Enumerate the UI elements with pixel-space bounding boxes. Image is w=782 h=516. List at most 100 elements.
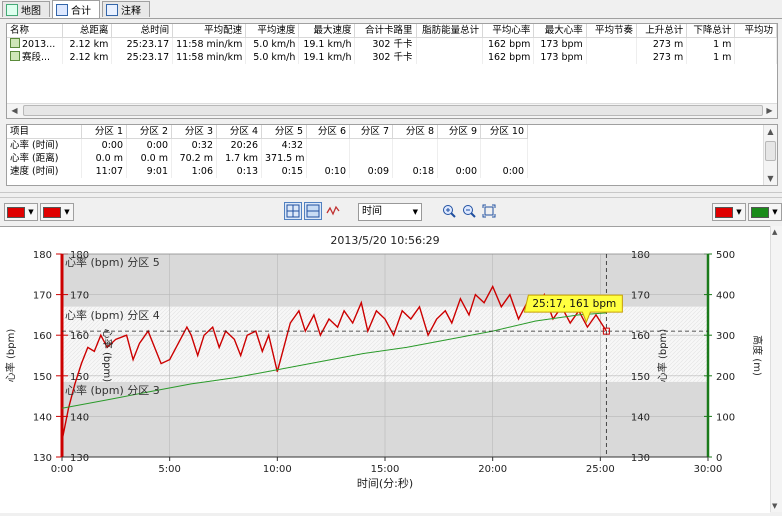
- x-tick-label: 0:00: [51, 464, 73, 475]
- zones-column-header[interactable]: 分区 6: [306, 125, 350, 139]
- zoom-in-icon: [443, 205, 456, 218]
- zones-column-header[interactable]: 分区 7: [349, 125, 393, 139]
- summary-cell-text: 1 m: [713, 52, 732, 63]
- summary-column-header[interactable]: 平均心率: [482, 24, 535, 38]
- summary-column-header[interactable]: 平均速度: [245, 24, 300, 38]
- zones-column-header[interactable]: 分区 10: [480, 125, 528, 139]
- x-axis-select[interactable]: 时间 ▼: [358, 203, 422, 221]
- scroll-up-icon[interactable]: ▲: [772, 228, 777, 236]
- scroll-thumb[interactable]: [23, 105, 763, 116]
- summary-cell-text: 5.0 km/h: [253, 39, 296, 50]
- summary-column-header[interactable]: 平均配速: [172, 24, 247, 38]
- zones-cell: [480, 138, 528, 152]
- x-tick-label: 5:00: [158, 464, 180, 475]
- zones-cell: 11:07: [81, 165, 127, 178]
- zones-column-header[interactable]: 分区 2: [126, 125, 172, 139]
- summary-cell-text: 2.12 km: [69, 39, 109, 50]
- scroll-down-icon[interactable]: ▼: [772, 502, 777, 510]
- y-axis-label-left: 心率 (bpm): [4, 329, 17, 383]
- summary-cell-text: 273 m: [652, 39, 684, 50]
- right-color-picker-2[interactable]: ▼: [748, 203, 782, 221]
- zones-row[interactable]: 心率 (距离) 0.0 m 0.0 m 70.2 m 1.7 km 371.5 m: [7, 152, 528, 165]
- table-icon: [56, 3, 68, 16]
- zones-cell: 0.0 m: [81, 152, 127, 165]
- summary-row[interactable]: 赛段... 2.12 km 25:23.17 11:58 min/km 5.0 km/h…: [7, 51, 777, 64]
- color-swatch: [715, 206, 733, 218]
- summary-row[interactable]: 2013... 2.12 km 25:23.17 11:58 min/km 5.0 km…: [7, 37, 777, 51]
- zones-column-header[interactable]: 项目: [7, 125, 82, 139]
- zones-row[interactable]: 心率 (时间) 0:00 0:00 0:32 20:26 4:32: [7, 138, 528, 152]
- summary-column-header[interactable]: 脂肪能量总计: [416, 24, 484, 38]
- summary-column-header[interactable]: 最大心率: [533, 24, 587, 38]
- right-color-picker-1[interactable]: ▼: [712, 203, 746, 221]
- summary-column-header[interactable]: 总距离: [62, 24, 113, 38]
- summary-cell: [734, 51, 777, 64]
- horizontal-scrollbar[interactable]: ◀ ▶: [7, 103, 777, 118]
- left-color-picker-2[interactable]: ▼: [40, 203, 74, 221]
- zones-column-header[interactable]: 分区 1: [81, 125, 127, 139]
- zones-column-header[interactable]: 分区 4: [216, 125, 262, 139]
- zones-row[interactable]: 速度 (时间) 11:07 9:01 1:06 0:13 0:15 0:10 0:09 0:18…: [7, 165, 528, 178]
- zones-cell-text: 0:15: [281, 166, 303, 177]
- summary-column-header[interactable]: 名称: [7, 24, 63, 38]
- tab-map[interactable]: 地图: [2, 1, 50, 17]
- scroll-up-icon[interactable]: ▲: [764, 125, 777, 138]
- vertical-scrollbar[interactable]: ▲ ▼: [763, 125, 777, 185]
- summary-cell: 302 千卡: [354, 51, 417, 64]
- y-tick-label-right-inner: 180: [631, 250, 650, 261]
- zones-cell: [480, 152, 528, 165]
- summary-cell-text: 302 千卡: [372, 52, 413, 63]
- fit-view-button[interactable]: [480, 202, 498, 220]
- zoom-in-button[interactable]: [440, 202, 458, 220]
- scroll-left-icon[interactable]: ◀: [8, 104, 21, 117]
- zones-cell: [437, 138, 481, 152]
- zones-cell-text: 0.0 m: [95, 153, 123, 164]
- x-axis-select-value: 时间: [362, 206, 382, 217]
- y-tick-label-left: 160: [33, 331, 52, 342]
- summary-cell-text: 162 bpm: [487, 39, 531, 50]
- zones-cell-text: 0:09: [367, 166, 389, 177]
- tab-summary[interactable]: 合计: [52, 0, 100, 18]
- zones-cell: [437, 152, 481, 165]
- summary-column-header[interactable]: 总时间: [111, 24, 174, 38]
- chart-view-line-button[interactable]: [324, 202, 342, 220]
- y-axis-label-right-inner: 心率 (bpm): [656, 329, 669, 383]
- summary-column-header[interactable]: 平均节奏: [586, 24, 638, 38]
- summary-cell: [586, 51, 638, 64]
- zones-cell-text: 0:10: [324, 166, 346, 177]
- summary-cell: 173 bpm: [533, 51, 587, 64]
- chart-vertical-scrollbar[interactable]: ▲ ▼: [770, 226, 782, 512]
- summary-column-header[interactable]: 最大速度: [298, 24, 356, 38]
- scroll-down-icon[interactable]: ▼: [764, 172, 777, 185]
- summary-panel: 名称 总距离 总时间 平均配速 平均速度 最大速度 合计卡路里 脂肪能量总计 平均心率 最大心率平…: [6, 23, 778, 119]
- zones-cell: 0:10: [306, 165, 350, 178]
- y-axis-label-right: 高度 (m): [751, 335, 764, 376]
- scroll-thumb[interactable]: [765, 141, 776, 161]
- summary-column-header[interactable]: 合计卡路里: [354, 24, 417, 38]
- y-tick-label-right-inner: 150: [631, 372, 650, 383]
- scroll-right-icon[interactable]: ▶: [763, 104, 776, 117]
- chart-view-stacked-button[interactable]: [304, 202, 322, 220]
- heart-rate-chart[interactable]: 0:00 5:00 10:00 15:00 20:00 25:00 30:00 130 130 1…: [0, 227, 770, 513]
- tab-notes[interactable]: 注释: [102, 1, 150, 17]
- zones-column-header[interactable]: 分区 8: [392, 125, 438, 139]
- zones-cell: 心率 (时间): [7, 138, 82, 152]
- summary-cell-text: 302 千卡: [372, 39, 413, 50]
- left-color-picker-1[interactable]: ▼: [4, 203, 38, 221]
- summary-cell-text: 173 bpm: [540, 39, 583, 50]
- summary-column-header[interactable]: 下降总计: [686, 24, 736, 38]
- zoom-out-button[interactable]: [460, 202, 478, 220]
- summary-column-header[interactable]: 上升总计: [636, 24, 688, 38]
- zones-cell: 70.2 m: [171, 152, 217, 165]
- zones-column-header[interactable]: 分区 3: [171, 125, 217, 139]
- zones-cell: 0:09: [349, 165, 393, 178]
- color-swatch: [751, 206, 769, 218]
- zones-column-header[interactable]: 分区 9: [437, 125, 481, 139]
- summary-cell-text: 11:58 min/km: [176, 52, 243, 63]
- summary-column-header[interactable]: 平均功: [734, 24, 777, 38]
- chart-area[interactable]: 0:00 5:00 10:00 15:00 20:00 25:00 30:00 130 130 1…: [0, 226, 770, 513]
- chart-view-grid-button[interactable]: [284, 202, 302, 220]
- summary-cell-text: 25:23.17: [126, 39, 170, 50]
- zones-cell: 速度 (时间): [7, 165, 82, 178]
- zones-column-header[interactable]: 分区 5: [261, 125, 307, 139]
